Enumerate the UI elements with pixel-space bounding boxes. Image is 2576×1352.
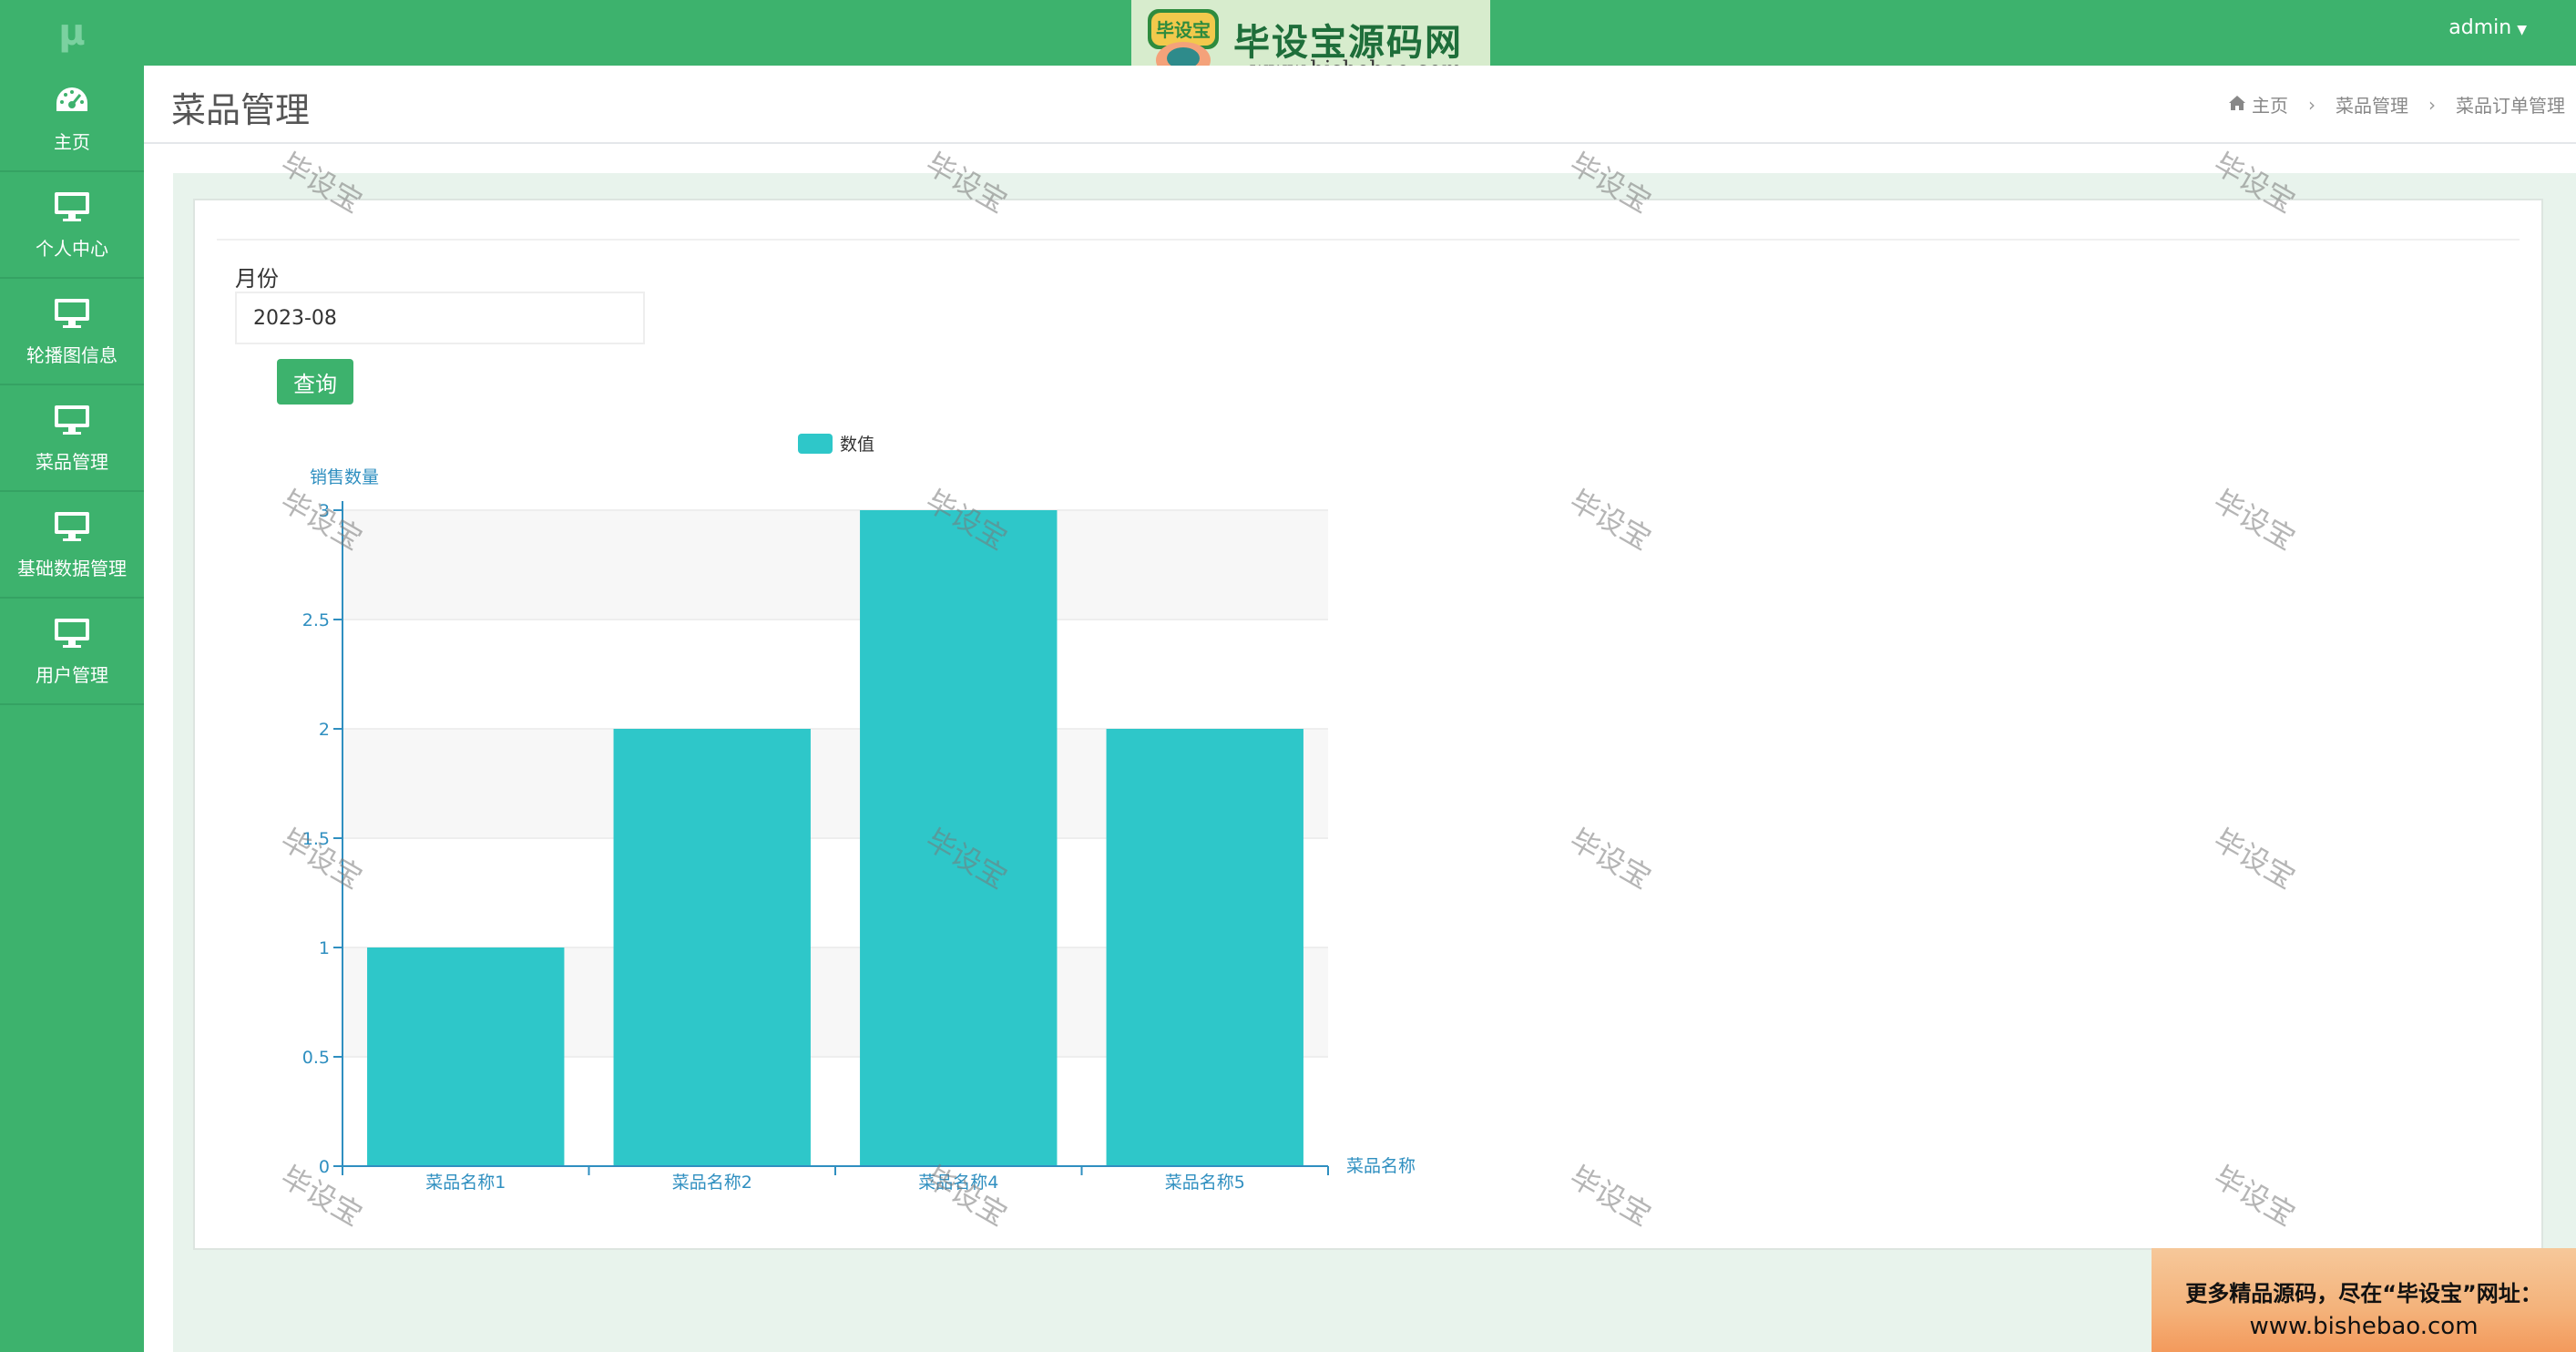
chart-band <box>342 620 1328 729</box>
y-axis-title: 销售数量 <box>310 467 379 487</box>
x-axis-title: 菜品名称 <box>1346 1156 1416 1176</box>
promo-line-1: 更多精品源码，尽在“毕设宝”网址： <box>2185 1281 2542 1306</box>
y-tick-label: 1.5 <box>302 829 330 849</box>
x-tick-label: 菜品名称1 <box>425 1173 506 1193</box>
bar <box>367 947 565 1166</box>
y-tick-label: 1 <box>319 938 330 958</box>
y-tick-label: 2 <box>319 720 330 740</box>
y-tick-label: 0.5 <box>302 1048 330 1068</box>
legend-label: 数值 <box>840 435 874 455</box>
legend-swatch <box>798 434 833 454</box>
sales-bar-chart: 0 0.5 1 1.5 2 2.5 3 菜品名称1 菜品名称2 菜品名称4 菜品名称5 销售数量菜品名… <box>302 434 1416 1193</box>
promo-line-2: www.bishebao.com <box>2249 1313 2479 1340</box>
promo-banner: 更多精品源码，尽在“毕设宝”网址： www.bishebao.com <box>2152 1248 2576 1352</box>
bar <box>1106 729 1303 1166</box>
x-tick-label: 菜品名称5 <box>1165 1173 1245 1193</box>
chart-band <box>342 510 1328 620</box>
y-tick-label: 3 <box>319 501 330 521</box>
y-tick-label: 0 <box>319 1157 330 1177</box>
x-tick-label: 菜品名称2 <box>672 1173 752 1193</box>
x-tick-label: 菜品名称4 <box>918 1173 998 1193</box>
bar <box>860 510 1058 1166</box>
bar <box>613 729 811 1166</box>
y-tick-label: 2.5 <box>302 610 330 630</box>
